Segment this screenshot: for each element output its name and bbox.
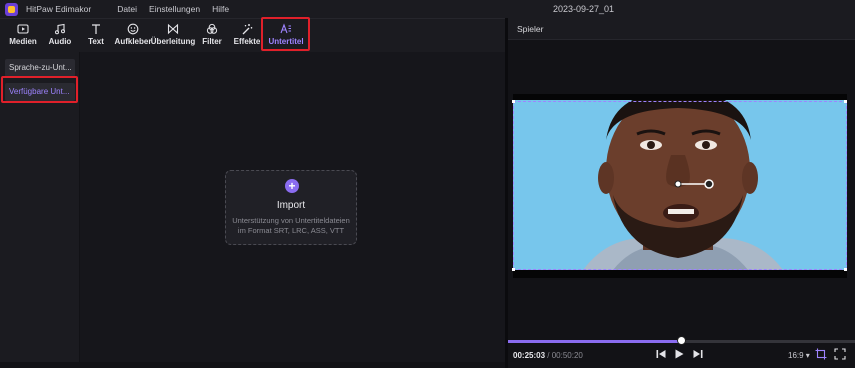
next-frame-icon[interactable] [692, 348, 704, 360]
magic-wand-icon [242, 24, 253, 35]
media-icon [17, 24, 29, 34]
tool-effekte[interactable]: Effekte [232, 21, 262, 51]
app-logo-icon [5, 2, 18, 16]
video-frame-image [513, 100, 847, 270]
resize-handle[interactable] [512, 268, 515, 271]
menu-hilfe[interactable]: Hilfe [212, 4, 229, 14]
music-note-icon [55, 23, 65, 35]
tool-filter[interactable]: Filter [199, 21, 225, 51]
tool-label: Überleitung [150, 37, 196, 46]
play-icon[interactable] [673, 348, 685, 360]
tool-label: Filter [202, 37, 222, 46]
total-time: 00:50:20 [551, 351, 583, 360]
subtitle-library-panel: + Import Unterstützung von Untertiteldat… [80, 52, 505, 362]
time-separator: / [547, 351, 550, 360]
playback-progress-fill [508, 340, 682, 343]
fullscreen-icon[interactable] [834, 348, 846, 360]
import-drop-zone[interactable]: + Import Unterstützung von Untertiteldat… [225, 170, 357, 245]
player-header: Spieler [508, 18, 855, 40]
tool-audio[interactable]: Audio [46, 21, 74, 51]
tool-label: Aufkleber [114, 37, 152, 46]
video-preview[interactable] [513, 100, 847, 270]
tool-aufkleber[interactable]: Aufkleber [114, 21, 152, 51]
tool-ueberleitung[interactable]: Überleitung [151, 21, 195, 51]
current-time: 00:25:03 [513, 351, 546, 360]
project-title: 2023-09-27_01 [553, 4, 615, 14]
tool-label: Text [88, 37, 104, 46]
subtitle-ai-icon [280, 23, 291, 34]
resize-handle[interactable] [844, 268, 847, 271]
transition-bowtie-icon [167, 23, 179, 35]
player-panel: Spieler 00:25:03 / 00:50:20 16:9 ▾ [508, 18, 855, 368]
menu-bar: Datei Einstellungen Hilfe [117, 4, 229, 14]
resize-handle[interactable] [512, 100, 515, 103]
plus-icon[interactable]: + [285, 179, 299, 193]
tool-label: Audio [48, 37, 72, 46]
crop-icon[interactable] [815, 348, 827, 360]
tool-label: Untertitel [268, 37, 304, 46]
time-display: 00:25:03 / 00:50:20 [513, 351, 583, 360]
import-title: Import [276, 200, 306, 211]
import-desc-line2: im Format SRT, LRC, ASS, VTT [237, 226, 345, 235]
menu-datei[interactable]: Datei [117, 4, 137, 14]
tool-label: Effekte [233, 37, 261, 46]
menu-einstellungen[interactable]: Einstellungen [149, 4, 200, 14]
tool-medien[interactable]: Medien [8, 21, 38, 51]
playhead-knob[interactable] [677, 336, 686, 345]
text-t-icon [92, 24, 100, 34]
title-bar: HitPaw Edimakor Datei Einstellungen Hilf… [0, 0, 855, 18]
tool-text[interactable]: Text [84, 21, 108, 51]
sticker-smiley-icon [127, 23, 139, 35]
letterbox-bottom [513, 270, 847, 278]
subtab-speech-to-subtitle[interactable]: Sprache-zu-Unt... [5, 59, 75, 77]
import-description: Unterstützung von Untertiteldateien im F… [226, 216, 356, 236]
previous-frame-icon[interactable] [655, 348, 667, 360]
tool-untertitel[interactable]: Untertitel [265, 21, 307, 51]
filter-circles-icon [206, 23, 218, 34]
tool-label: Medien [9, 37, 37, 46]
highlight-available-subtitles [1, 76, 78, 103]
app-name: HitPaw Edimakor [26, 4, 92, 14]
app-window: HitPaw Edimakor Datei Einstellungen Hilf… [0, 0, 855, 368]
resize-handle[interactable] [844, 100, 847, 103]
aspect-ratio-select[interactable]: 16:9 ▾ [788, 351, 810, 360]
import-desc-line1: Unterstützung von Untertiteldateien [232, 216, 350, 225]
main-toolbar: Medien Audio Text Aufkleber Überleitung … [0, 18, 505, 52]
